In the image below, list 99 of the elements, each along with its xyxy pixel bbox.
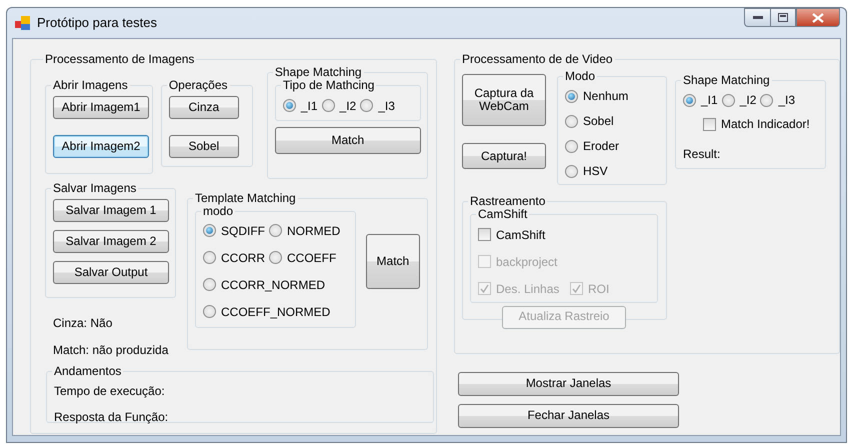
radio-option[interactable]: _I1 [683,91,718,110]
option-label: Des. Linhas [496,280,560,298]
status-label: Cinza: Não [53,315,114,332]
push-button[interactable]: Salvar Imagem 2 [53,230,169,254]
push-button[interactable]: Sobel [168,135,239,158]
radio-option[interactable]: Nenhum [565,87,655,106]
radio-option[interactable]: Sobel [565,112,655,130]
maximize-icon [778,13,788,22]
option-label: NORMED [287,222,340,240]
option-label: _I1 [300,98,318,115]
minimize-button[interactable] [744,8,770,27]
option-label: Sobel [583,113,614,130]
radio-option[interactable]: CCORR [203,248,265,267]
option-label: _I2 [340,98,356,115]
option-label: CCORR_NORMED [221,276,326,294]
radio-option[interactable]: NORMED [269,222,340,240]
push-button[interactable]: Captura! [462,143,546,170]
push-button[interactable]: Salvar Imagem 1 [53,199,169,222]
checkbox[interactable] [478,228,491,242]
radio-button[interactable] [565,140,578,153]
radio-button[interactable] [760,94,774,107]
option-label: Nenhum [583,88,628,106]
radio-option[interactable]: _I2 [722,91,756,110]
option-label: Eroder [583,138,620,156]
push-button[interactable]: Fechar Janelas [458,404,679,428]
group-title: Processamento de Imagens [44,53,196,66]
option-label: CamShift [496,226,546,244]
checkbox[interactable] [703,118,716,131]
radio-button[interactable] [565,90,578,103]
close-button[interactable] [796,8,840,27]
result-label: Result: [683,146,722,163]
radio-option[interactable]: _I1 [282,96,318,115]
group-title: Shape Matching [274,66,363,80]
group-title: Tipo de Mathcing [282,79,376,93]
option-label: _I2 [740,92,756,110]
group-title: Template Matching [194,192,297,206]
option-label: HSV [583,163,608,180]
close-icon [812,12,824,22]
radio-button[interactable] [282,99,296,112]
group-title: Rastreamento [469,195,546,208]
radio-option[interactable]: _I2 [322,96,356,115]
progress-label: Resposta da Função: [54,409,170,426]
group-title: Abrir Imagens [52,79,129,92]
push-button[interactable]: Cinza [168,96,239,120]
radio-button[interactable] [203,224,216,238]
option-label: SQDIFF [221,222,265,240]
radio-button[interactable] [203,251,216,264]
radio-button[interactable] [322,99,335,112]
group-title: Salvar Imagens [52,182,138,196]
progress-label: Tempo de execução: [54,383,166,400]
status-label: Match: não produzida [53,342,170,360]
radio-button[interactable] [203,278,216,292]
radio-option[interactable]: _I3 [760,91,796,110]
push-button[interactable]: Match [274,127,421,154]
option-label: _I3 [778,92,796,110]
option-label: CCOEFF [287,250,336,267]
option-label: Match Indicador! [721,116,810,134]
group-title: CamShift [477,208,528,222]
group-title: modo [203,205,234,219]
push-button[interactable]: Captura da WebCam [462,74,546,126]
option-label: CCORR [221,250,265,267]
option-label: _I3 [378,98,395,115]
group-title: Modo [564,70,596,84]
option-label: ROI [588,280,610,298]
push-button[interactable]: Abrir Imagem1 [53,96,149,120]
app-icon [15,15,31,31]
window-title: Protótipo para testes [37,14,157,32]
radio-button[interactable] [565,114,578,128]
radio-button[interactable] [722,94,735,107]
radio-option[interactable]: SQDIFF [203,222,265,240]
checkbox-option[interactable]: Match Indicador! [703,115,810,134]
group-title: Operações [168,79,229,92]
radio-button[interactable] [269,224,282,238]
push-button[interactable]: Mostrar Janelas [458,372,679,396]
radio-button[interactable] [269,251,282,264]
radio-option[interactable]: HSV [565,162,655,180]
radio-option[interactable]: CCORR_NORMED [203,276,344,294]
option-label: backproject [496,254,558,271]
push-button[interactable]: Salvar Output [53,261,169,284]
maximize-button[interactable] [770,8,796,27]
check-icon [572,284,581,294]
radio-option[interactable]: _I3 [360,96,395,115]
minimize-icon [752,16,762,20]
push-button[interactable]: Match [366,234,420,290]
radio-button[interactable] [203,305,216,318]
group-title: Shape Matching [682,74,771,88]
checkbox-option[interactable]: CamShift [478,226,566,244]
radio-option[interactable]: CCOEFF_NORMED [203,302,344,321]
option-label: _I1 [701,92,718,110]
radio-button[interactable] [683,94,696,107]
check-icon [480,284,489,294]
radio-button[interactable] [565,164,578,178]
radio-option[interactable]: Eroder [565,137,655,156]
option-label: CCOEFF_NORMED [221,304,330,321]
radio-option[interactable]: CCOEFF [269,248,336,267]
radio-button[interactable] [360,99,374,112]
group-title: Processamento de de Video [461,53,614,66]
push-button[interactable]: Abrir Imagem2 [53,135,149,158]
group-title: Andamentos [53,365,122,378]
